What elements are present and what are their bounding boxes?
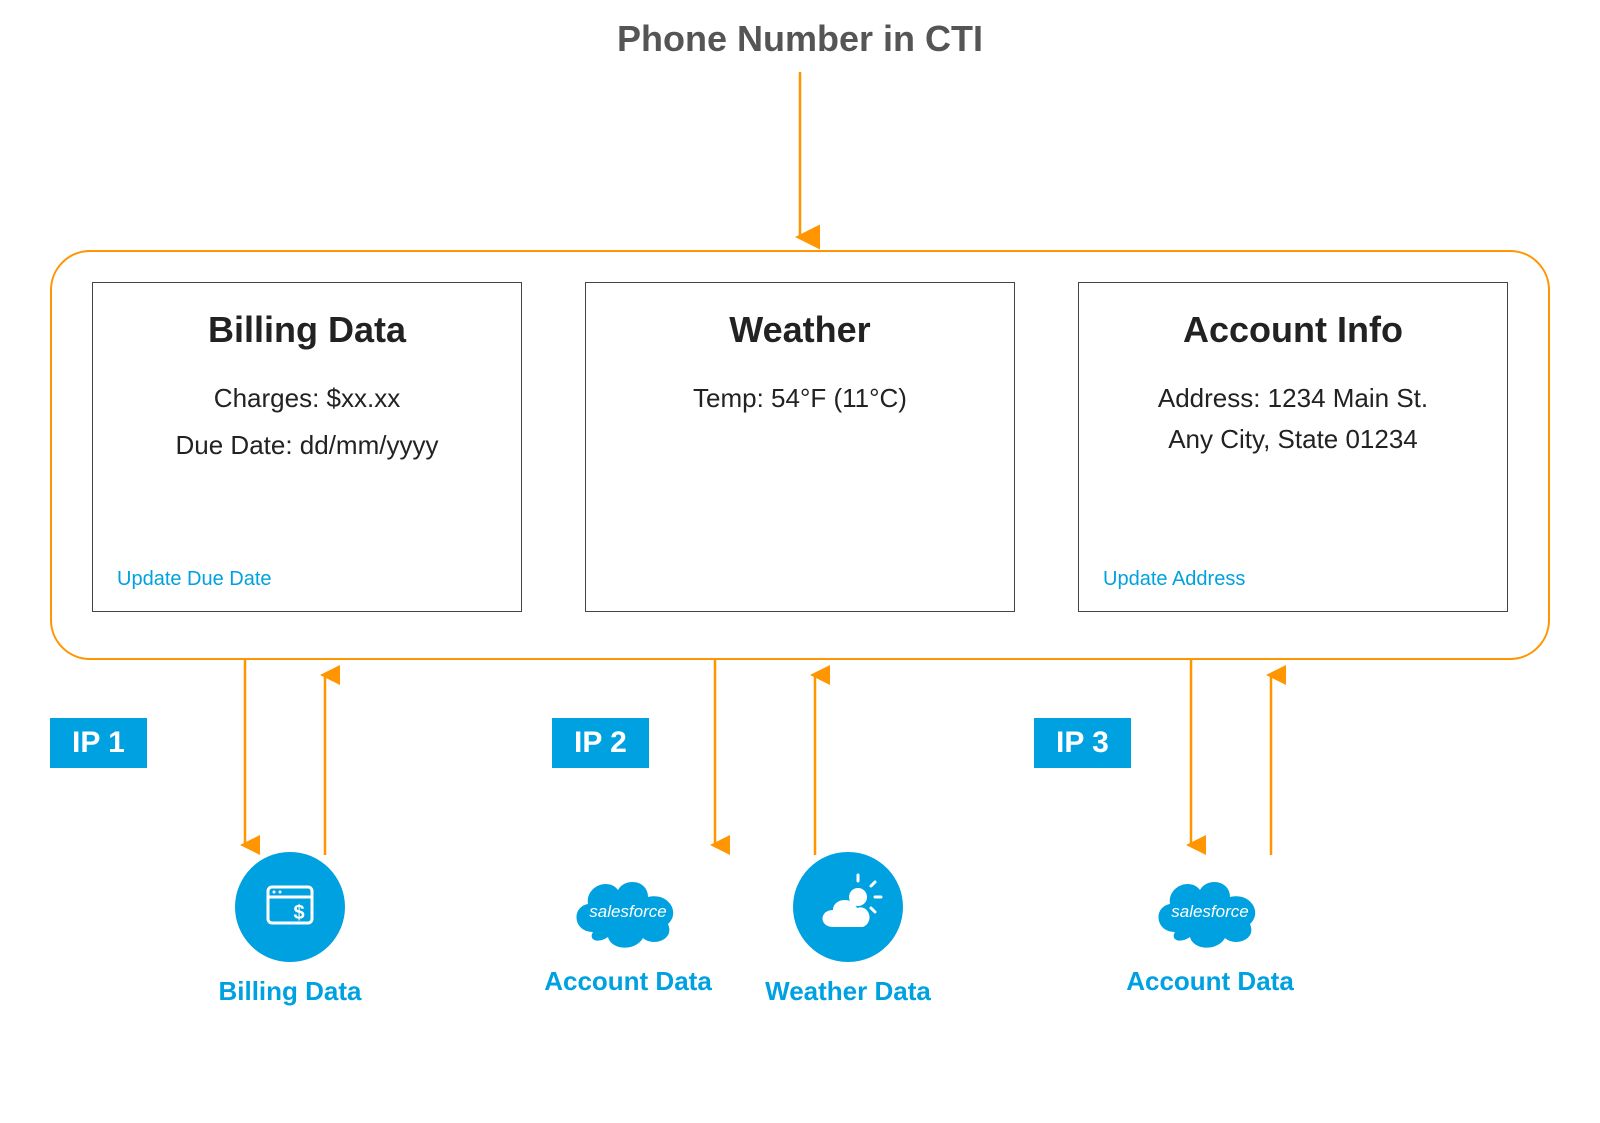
billing-due-date: Due Date: dd/mm/yyyy (117, 428, 497, 463)
weather-card: Weather Temp: 54°F (11°C) (585, 282, 1015, 612)
arrow-weather-up (800, 660, 830, 860)
weather-temp: Temp: 54°F (11°C) (610, 381, 990, 416)
billing-charges: Charges: $xx.xx (117, 381, 497, 416)
account-data-source-2: salesforce Account Data (1110, 852, 1310, 997)
svg-text:salesforce: salesforce (1171, 902, 1248, 921)
account-card-title: Account Info (1103, 309, 1483, 351)
billing-icon: $ (235, 852, 345, 962)
ip2-badge: IP 2 (552, 718, 649, 768)
arrow-account-center-down (700, 660, 730, 860)
billing-source-label: Billing Data (190, 976, 390, 1007)
ip3-badge: IP 3 (1034, 718, 1131, 768)
account-card: Account Info Address: 1234 Main St. Any … (1078, 282, 1508, 612)
svg-text:$: $ (293, 902, 304, 924)
diagram-input-label: Phone Number in CTI (0, 18, 1600, 60)
billing-card: Billing Data Charges: $xx.xx Due Date: d… (92, 282, 522, 612)
salesforce-cloud-icon: salesforce (1145, 862, 1275, 952)
weather-source-label: Weather Data (748, 976, 948, 1007)
cards-container: Billing Data Charges: $xx.xx Due Date: d… (50, 250, 1550, 660)
account-address-line1: Address: 1234 Main St. (1103, 381, 1483, 416)
salesforce-cloud-icon: salesforce (563, 862, 693, 952)
weather-icon (793, 852, 903, 962)
arrow-billing-up (310, 660, 340, 860)
arrow-account-right-up (1256, 660, 1286, 860)
account-source-label-2: Account Data (1110, 966, 1310, 997)
account-address-line2: Any City, State 01234 (1103, 422, 1483, 457)
svg-text:salesforce: salesforce (589, 902, 666, 921)
account-source-label-1: Account Data (528, 966, 728, 997)
weather-data-source: Weather Data (748, 852, 948, 1007)
weather-card-title: Weather (610, 309, 990, 351)
billing-card-title: Billing Data (117, 309, 497, 351)
arrow-cti-to-container (780, 72, 820, 252)
billing-data-source: $ Billing Data (190, 852, 390, 1007)
arrow-billing-down (230, 660, 260, 860)
update-due-date-link[interactable]: Update Due Date (117, 568, 272, 591)
ip1-badge: IP 1 (50, 718, 147, 768)
update-address-link[interactable]: Update Address (1103, 568, 1245, 591)
arrow-account-right-down (1176, 660, 1206, 860)
account-data-source-1: salesforce Account Data (528, 852, 728, 997)
